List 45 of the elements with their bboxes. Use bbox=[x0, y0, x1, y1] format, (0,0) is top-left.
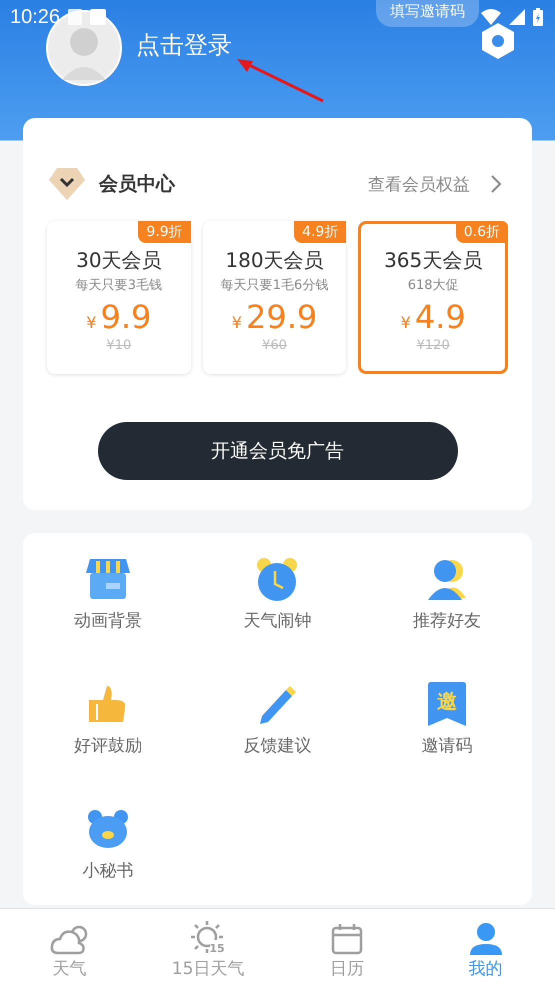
user-icon bbox=[468, 923, 503, 955]
original-price: ¥10 bbox=[106, 338, 132, 353]
original-price: ¥60 bbox=[262, 338, 287, 353]
plan-name: 365天会员 bbox=[384, 247, 482, 274]
signal-icon bbox=[509, 9, 525, 25]
plan-card[interactable]: 9.9折 30天会员 每天只要3毛钱 ¥9.9 ¥10 bbox=[47, 221, 191, 374]
nav-tab[interactable]: 我的 bbox=[416, 909, 555, 986]
feature-label[interactable]: 动画背景 bbox=[74, 609, 142, 632]
feature-label[interactable]: 推荐好友 bbox=[413, 609, 482, 632]
calendar-icon bbox=[330, 923, 363, 955]
plan-subtitle: 每天只要1毛6分钱 bbox=[220, 277, 328, 294]
feature-label[interactable]: 邀请码 bbox=[422, 734, 473, 757]
alarm-clock-icon[interactable] bbox=[256, 557, 298, 601]
feature-label[interactable]: 好评鼓励 bbox=[74, 734, 142, 757]
person-icon[interactable] bbox=[426, 557, 468, 601]
status-time: 10:26 bbox=[10, 6, 60, 28]
view-benefits-link[interactable]: 查看会员权益 bbox=[368, 172, 470, 196]
login-link[interactable]: 点击登录 bbox=[136, 29, 232, 61]
square-icon bbox=[90, 9, 106, 25]
plan-card[interactable]: 0.6折 365天会员 618大促 ¥4.9 ¥120 bbox=[358, 221, 508, 374]
discount-badge: 0.6折 bbox=[456, 221, 508, 243]
battery-icon bbox=[533, 8, 543, 26]
membership-title: 会员中心 bbox=[99, 172, 175, 197]
feature-label[interactable]: 反馈建议 bbox=[243, 734, 312, 757]
diamond-icon bbox=[49, 168, 85, 200]
discount-badge: 9.9折 bbox=[138, 221, 191, 243]
plan-price: ¥4.9 bbox=[400, 298, 466, 336]
bear-icon[interactable] bbox=[88, 807, 128, 851]
original-price: ¥120 bbox=[416, 338, 450, 353]
plan-name: 180天会员 bbox=[225, 247, 324, 274]
plan-subtitle: 每天只要3毛钱 bbox=[76, 277, 162, 294]
plan-name: 30天会员 bbox=[76, 247, 162, 274]
plan-price: ¥9.9 bbox=[86, 298, 152, 336]
chevron-right-icon[interactable] bbox=[490, 174, 502, 194]
feature-label[interactable]: 小秘书 bbox=[82, 859, 134, 882]
discount-badge: 4.9折 bbox=[294, 221, 346, 243]
storefront-icon[interactable] bbox=[86, 557, 130, 601]
open-membership-button[interactable]: 开通会员免广告 bbox=[98, 422, 458, 480]
plan-price: ¥29.9 bbox=[232, 298, 318, 336]
plan-subtitle: 618大促 bbox=[408, 277, 459, 294]
wifi-icon bbox=[481, 9, 501, 25]
cloud-icon bbox=[50, 925, 88, 955]
notification-icon bbox=[68, 9, 82, 25]
plan-card[interactable]: 4.9折 180天会员 每天只要1毛6分钱 ¥29.9 ¥60 bbox=[202, 221, 346, 374]
feature-label[interactable]: 天气闹钟 bbox=[243, 609, 312, 632]
